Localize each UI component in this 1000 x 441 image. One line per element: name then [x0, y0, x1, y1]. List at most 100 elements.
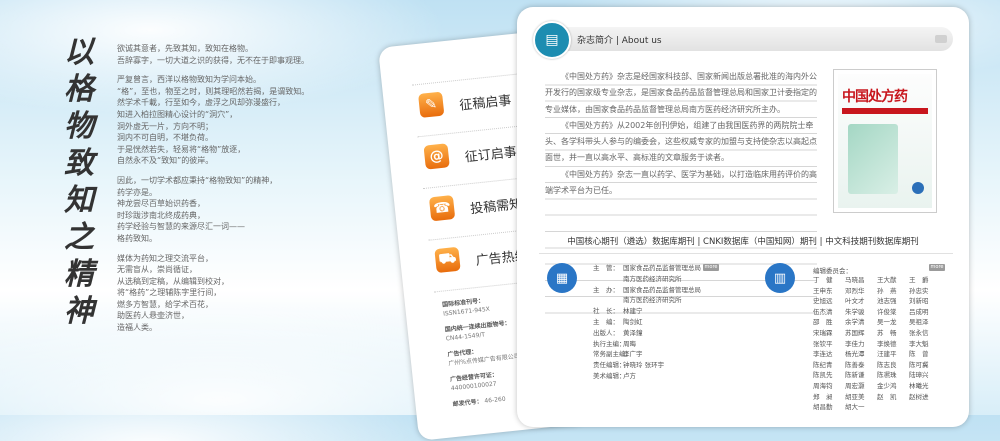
board-member: 胡大一 [845, 403, 865, 412]
calligraphy-char: 以 [64, 35, 94, 70]
philosophy-text: 欲诚其意者，先致其知，致知在格物。 吾辞寡字，一切大道之识的获得，无不在于即事观… [117, 43, 372, 342]
more-link[interactable]: more [703, 264, 719, 271]
calligraphy-char: 之 [64, 220, 94, 255]
at-icon: @ [423, 143, 450, 170]
board-member: 陆璋兴 [909, 371, 929, 380]
board-member: 余学清 [845, 318, 865, 327]
staff-key: 出版人： [593, 328, 619, 337]
divider [539, 253, 953, 254]
cn-info: 国内统一连续出版物号： CN44-1549/T [444, 319, 512, 344]
staff-row: 南方医药经济研究所 [593, 274, 701, 285]
board-member: 陈志良 [877, 360, 897, 369]
info-value: CN44-1549/T [445, 331, 486, 343]
board-member: 金少鸿 [877, 381, 897, 390]
intro-paragraph: 《中国处方药》杂志一直以药学、医学为基础，以打造临床用药评价的高端学术平台为已任… [545, 169, 817, 196]
staff-key: 美术编辑： [593, 371, 626, 380]
phone-icon: ☎ [428, 194, 456, 222]
staff-key: 常务副主编： [593, 350, 632, 359]
board-member: 丁 健 [813, 276, 833, 284]
staff-value: 李广宇 [623, 350, 643, 359]
board-member: 陈善泰 [845, 360, 865, 369]
staff-row: 南方医药经济研究所 [593, 295, 701, 306]
board-member: 郑 昶 [813, 392, 833, 401]
board-member: 杨光潭 [845, 350, 865, 359]
board-member: 孙忠实 [909, 286, 929, 295]
intro-text: 《中国处方药》杂志是经国家科技部、国家新闻出版总署批准的海内外公开发行的国家级专… [545, 69, 817, 199]
staff-key: 主 编： [593, 317, 619, 326]
intro-paragraph: 《中国处方药》从2002年创刊伊始，组建了由我国医药界的两院院士牵头、各学科带头… [545, 120, 817, 163]
board-member: 李连达 [813, 350, 833, 359]
board-member: 陈可冀 [909, 360, 929, 369]
board-member: 伍杰清 [813, 307, 833, 316]
postal-code-info: 邮发代号： 46-260 [452, 395, 506, 410]
prose-paragraph: 严复曾言，西洋以格物致知为学问本始。 “格”，至也，物至之时，则其理昭然若揭，是… [117, 75, 310, 166]
prose-paragraph: 媒体为药知之理交流平台， 无需盲从，崇尚循证， 从选稿到定稿，从编辑到校对， 将… [117, 253, 229, 333]
board-member: 刘新昭 [909, 297, 929, 306]
staff-row: 常务副主编：李广宇 [593, 349, 701, 360]
board-member: 陈新谦 [845, 371, 865, 380]
staff-value: 钟晓玲 张环宇 [623, 361, 665, 370]
board-member: 赵 凯 [877, 392, 897, 401]
indexing-databases: 中国核心期刊（遴选）数据库期刊 | CNKI数据库（中国知网）期刊 | 中文科技… [567, 237, 919, 247]
about-card: ▤ 杂志简介 | About us 《中国处方药》杂志是经国家科技部、国家新闻出… [517, 7, 969, 427]
cover-image: 中国处方药 [838, 74, 932, 208]
car-icon: ⛟ [434, 246, 461, 274]
calligraphy-char: 神 [64, 294, 94, 329]
cover-band [842, 108, 928, 114]
board-member: 张永信 [909, 328, 929, 337]
more-link[interactable]: more [929, 264, 945, 271]
board-member: 许俊棠 [877, 307, 897, 316]
staff-value: 国家食品药品监督管理总局 [623, 264, 701, 272]
staff-list: 主 管： 国家食品药品监督管理总局 南方医药经济研究所 主 办： 国家食品药品监督管… [593, 263, 701, 382]
book-icon: ▤ [533, 21, 571, 59]
board-member: 史旭远 [813, 297, 833, 306]
staff-value: 林建宁 [623, 307, 643, 316]
staff-row: 责任编辑：钟晓玲 张环宇 [593, 360, 701, 371]
board-member: 李大魁 [909, 339, 929, 348]
board-member: 张钦平 [813, 339, 833, 348]
section-header: ▤ 杂志简介 | About us [533, 21, 953, 59]
intro-paragraph: 《中国处方药》杂志是经国家科技部、国家新闻出版总署批准的海内外公开发行的国家级专… [545, 72, 817, 114]
calligraphy-char: 物 [64, 109, 94, 144]
board-member: 王申东 [813, 286, 833, 295]
board-member: 李佳力 [845, 339, 865, 348]
board-member: 吕成明 [909, 307, 929, 316]
staff-value: 黄泽鐘 [623, 328, 643, 337]
staff-key: 责任编辑： [593, 361, 626, 370]
board-member: 叶文才 [845, 297, 865, 306]
board-member: 吴一龙 [877, 318, 897, 327]
board-member: 朱学骏 [845, 307, 865, 316]
cover-title: 中国处方药 [842, 89, 908, 105]
header-tab-icon [935, 35, 947, 43]
board-member: 孙 燕 [877, 286, 897, 295]
board-title: 编辑委员会： [813, 267, 852, 275]
board-member: 周宏灏 [845, 381, 865, 390]
staff-value: 卢方 [623, 371, 636, 380]
staff-key: 主 办： [593, 285, 619, 294]
board-member: 陈纪青 [813, 360, 833, 369]
prose-paragraph: 因此，一切学术都应秉持“格物致知”的精神， 药学亦是。 神龙尝尽百草始识药香， … [117, 175, 278, 243]
staff-key: 执行主编： [593, 339, 626, 348]
pen-icon: ✎ [418, 91, 445, 118]
board-member: 陈凯先 [813, 371, 833, 380]
magazine-cover[interactable]: 中国处方药 [833, 69, 937, 213]
board-member: 陈凞珠 [877, 371, 897, 380]
staff-row: 主 办： 国家食品药品监督管理总局 [593, 285, 701, 296]
cover-illustration [848, 124, 898, 194]
board-member: 周海钧 [813, 381, 833, 390]
board-member: 宋瑞霖 [813, 328, 833, 337]
menu-item-label: 投稿需知 [469, 196, 523, 218]
editorial-board: 丁 健 马晓昌 王大猷 王 爵王申东 邓烈华 孙 燕 孙忠实史旭远 叶文才 池志强 刘新昭伍杰清 朱… [813, 275, 943, 413]
staff-key: 主 管： [593, 264, 619, 272]
board-member: 王 爵 [909, 276, 929, 284]
board-member: 赵树进 [909, 392, 929, 401]
staff-row: 美术编辑：卢方 [593, 371, 701, 382]
menu-item-label: 征订启事 [464, 145, 518, 166]
staff-value: 南方医药经济研究所 [623, 296, 682, 305]
staff-row: 社 长： 林建宁 [593, 306, 701, 317]
board-member: 邓烈华 [845, 286, 865, 295]
staff-row: 主 编： 陶剑虹 [593, 317, 701, 328]
board-member: 池志强 [877, 297, 897, 306]
board-member: 吴祖泽 [909, 318, 929, 327]
board-member: 李焕德 [877, 339, 897, 348]
